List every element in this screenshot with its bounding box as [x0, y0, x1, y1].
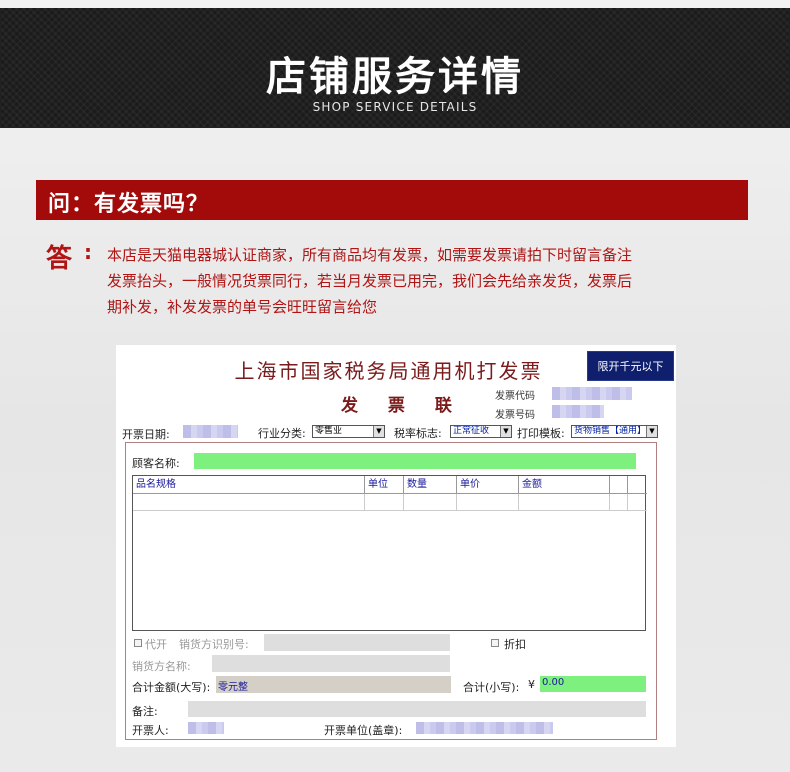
items-table: 品名规格 单位 数量 单价 金额 — [132, 475, 647, 631]
discount-checkbox[interactable] — [491, 639, 499, 647]
items-table-header: 品名规格 单位 数量 单价 金额 — [133, 476, 647, 494]
total-lower-field: 0.00 — [540, 676, 646, 692]
remarks-input[interactable] — [188, 701, 646, 717]
table-cell[interactable] — [404, 494, 457, 511]
invoice-subtitle: 发 票 联 — [341, 396, 464, 416]
faq-question: 问：有发票吗？ — [48, 192, 210, 217]
invoice-title: 上海市国家税务局通用机打发票 — [234, 359, 543, 383]
column-header-blank — [610, 476, 628, 494]
column-header: 单位 — [365, 476, 404, 494]
limit-button[interactable]: 限开千元以下 — [587, 351, 674, 381]
seller-id-label: 销货方识别号: — [179, 638, 249, 651]
invoice-code-label: 发票代码 — [495, 391, 535, 402]
column-header: 单价 — [457, 476, 519, 494]
total-lower-value: 0.00 — [542, 677, 565, 688]
table-cell[interactable] — [457, 494, 519, 511]
issuer-label: 开票人: — [132, 724, 169, 737]
template-label: 打印模板: — [517, 427, 565, 440]
total-upper-field: 零元整 — [216, 676, 451, 693]
currency-symbol: ¥ — [528, 678, 535, 691]
chevron-down-icon: ▼ — [373, 426, 384, 437]
industry-select-value: 零售业 — [315, 426, 343, 436]
faq-answer-text: 本店是天猫电器城认证商家，所有商品均有发票，如需要发票请拍下时留言备注 发票抬头… — [107, 242, 732, 320]
tax-flag-label: 税率标志: — [394, 427, 442, 440]
industry-select[interactable]: 零售业 ▼ — [312, 425, 385, 438]
invoice-number-label: 发票号码 — [495, 410, 535, 421]
seller-id-input[interactable] — [264, 634, 450, 651]
table-cell[interactable] — [519, 494, 610, 511]
agent-label: 代开 — [145, 638, 167, 651]
invoice-sample: 上海市国家税务局通用机打发票 发 票 联 限开千元以下 发票代码 发票号码 开票… — [116, 345, 676, 747]
issuer-unit-redacted — [416, 722, 553, 734]
issuer-redacted — [188, 722, 224, 734]
column-header: 数量 — [404, 476, 457, 494]
tax-flag-select[interactable]: 正常征收 ▼ — [450, 425, 512, 438]
banner-title: 店铺服务详情 — [266, 54, 524, 100]
table-cell[interactable] — [133, 494, 365, 511]
chevron-down-icon: ▼ — [646, 426, 657, 437]
table-row[interactable] — [133, 494, 647, 511]
invoice-number-redacted — [552, 405, 604, 418]
faq-answer-line: 本店是天猫电器城认证商家，所有商品均有发票，如需要发票请拍下时留言备注 — [107, 246, 633, 264]
table-cell[interactable] — [365, 494, 404, 511]
column-header: 品名规格 — [133, 476, 365, 494]
issue-date-label: 开票日期: — [122, 428, 170, 441]
faq-answer-line: 期补发，补发发票的单号会旺旺留言给您 — [107, 298, 378, 316]
banner-subtitle: SHOP SERVICE DETAILS — [312, 100, 478, 114]
customer-name-input[interactable] — [194, 453, 636, 469]
tax-flag-select-value: 正常征收 — [453, 426, 490, 436]
remarks-label: 备注: — [132, 705, 158, 718]
table-cell[interactable] — [610, 494, 628, 511]
discount-label: 折扣 — [504, 638, 526, 651]
total-upper-label: 合计金额(大写): — [132, 681, 211, 694]
faq-answer-label: 答 — [46, 244, 73, 274]
header-banner: 店铺服务详情 SHOP SERVICE DETAILS — [0, 8, 790, 128]
template-select-value: 货物销售【通用】 — [574, 426, 647, 436]
seller-name-label: 销货方名称: — [132, 660, 191, 673]
agent-checkbox[interactable] — [134, 639, 142, 647]
total-upper-value: 零元整 — [218, 682, 248, 693]
faq-answer-line: 发票抬头，一般情况货票同行，若当月发票已用完，我们会先给亲发货，发票后 — [107, 272, 633, 290]
chevron-down-icon: ▼ — [500, 426, 511, 437]
industry-label: 行业分类: — [258, 427, 306, 440]
customer-name-label: 顾客名称: — [132, 457, 180, 470]
column-header: 金额 — [519, 476, 610, 494]
faq-answer-colon: : — [84, 240, 92, 264]
template-select[interactable]: 货物销售【通用】 ▼ — [571, 425, 658, 438]
issuer-unit-label: 开票单位(盖章): — [324, 724, 403, 737]
faq-question-bar: 问：有发票吗？ — [36, 180, 748, 220]
total-lower-label: 合计(小写): — [463, 681, 520, 694]
seller-name-input[interactable] — [212, 655, 450, 672]
invoice-code-redacted — [552, 387, 632, 400]
issue-date-redacted — [183, 425, 238, 438]
